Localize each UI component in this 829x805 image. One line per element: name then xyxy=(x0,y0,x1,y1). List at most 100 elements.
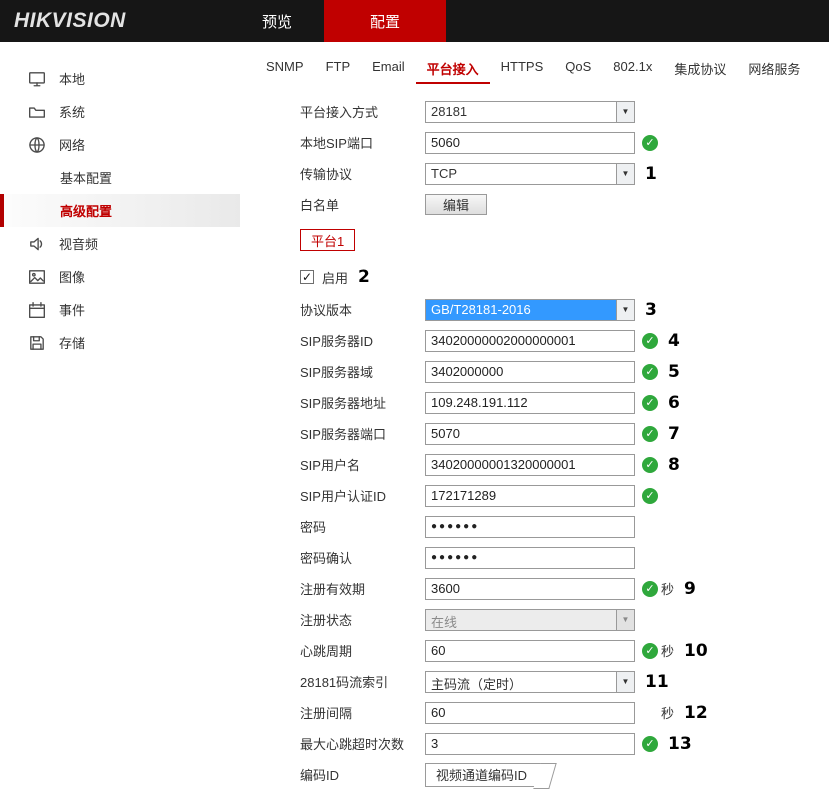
field-label: SIP服务器ID xyxy=(300,331,425,350)
annotation-number: 8 xyxy=(668,455,680,475)
annotation-number: 6 xyxy=(668,393,680,413)
dropdown-arrow-icon: ▼ xyxy=(616,164,634,184)
text-input[interactable] xyxy=(425,485,635,507)
sidebar-item[interactable]: 本地 xyxy=(0,62,240,95)
text-input[interactable] xyxy=(425,454,635,476)
dropdown-select[interactable]: 在线▼ xyxy=(425,609,635,631)
sidebar-item-label: 图像 xyxy=(59,267,85,286)
platform-form: 平台接入方式28181▼本地SIP端口✓传输协议TCP▼1白名单编辑平台1✓启用… xyxy=(240,96,829,790)
dropdown-value: TCP xyxy=(426,164,616,184)
dropdown-select[interactable]: 主码流（定时）▼ xyxy=(425,671,635,693)
annotation-number: 7 xyxy=(668,424,680,444)
tab-item[interactable]: SNMP xyxy=(255,56,315,77)
top-nav-tab[interactable]: 配置 xyxy=(324,0,446,42)
field-label: 心跳周期 xyxy=(300,641,425,660)
dropdown-value: 在线 xyxy=(426,610,616,630)
sidebar-item[interactable]: 事件 xyxy=(0,293,240,326)
field-label: 本地SIP端口 xyxy=(300,133,425,152)
field-label: SIP服务器域 xyxy=(300,362,425,381)
text-input[interactable] xyxy=(425,733,635,755)
field-label: SIP服务器端口 xyxy=(300,424,425,443)
dropdown-select[interactable]: TCP▼ xyxy=(425,163,635,185)
form-row: ✓启用2 xyxy=(300,260,829,294)
form-row: SIP服务器ID ✓ 4 xyxy=(300,325,829,356)
form-row: 编码ID视频通道编码ID xyxy=(300,759,829,790)
form-row: 28181码流索引主码流（定时）▼11 xyxy=(300,666,829,697)
edit-button[interactable]: 编辑 xyxy=(425,194,487,215)
form-row: SIP用户名✓8 xyxy=(300,449,829,480)
form-row: SIP用户认证ID ✓ xyxy=(300,480,829,511)
valid-check-icon: ✓ xyxy=(642,426,658,442)
field-label: 注册状态 xyxy=(300,610,425,629)
tab-item[interactable]: QoS xyxy=(554,56,602,77)
form-row: 协议版本GB/T28181-2016▼ 3 xyxy=(300,294,829,325)
dropdown-arrow-icon: ▼ xyxy=(616,672,634,692)
tab-item[interactable]: 集成协议 xyxy=(663,56,737,81)
dropdown-value: GB/T28181-2016 xyxy=(426,300,616,320)
hikvision-logo: HIKVISION xyxy=(0,0,230,42)
annotation-number: 2 xyxy=(358,267,370,287)
text-input[interactable] xyxy=(425,392,635,414)
annotation-number: 3 xyxy=(645,300,657,320)
sidebar-item-label: 网络 xyxy=(59,135,85,154)
field-label: SIP用户名 xyxy=(300,455,425,474)
text-input[interactable] xyxy=(425,361,635,383)
sidebar-item[interactable]: 视音频 xyxy=(0,227,240,260)
sidebar-item[interactable]: 基本配置 xyxy=(0,161,240,194)
unit-label: 秒 xyxy=(661,641,674,660)
monitor-icon xyxy=(28,70,46,88)
encode-id-tab[interactable]: 视频通道编码ID xyxy=(425,763,545,787)
audio-video-icon xyxy=(28,235,46,253)
field-label: SIP用户认证ID xyxy=(300,486,425,505)
tab-item[interactable]: 802.1x xyxy=(602,56,663,77)
valid-check-icon: ✓ xyxy=(642,736,658,752)
sidebar-item[interactable]: 系统 xyxy=(0,95,240,128)
field-label: SIP服务器地址 xyxy=(300,393,425,412)
form-row: SIP服务器域✓5 xyxy=(300,356,829,387)
text-input[interactable] xyxy=(425,702,635,724)
form-row: 密码 xyxy=(300,511,829,542)
tab-bar: SNMPFTPEmail平台接入HTTPSQoS802.1x集成协议网络服务 xyxy=(240,56,829,82)
text-input[interactable] xyxy=(425,330,635,352)
text-input[interactable] xyxy=(425,423,635,445)
field-label: 注册间隔 xyxy=(300,703,425,722)
password-input[interactable] xyxy=(425,547,635,569)
sidebar-item-label: 系统 xyxy=(59,102,85,121)
tab-item[interactable]: Email xyxy=(361,56,416,77)
platform-tab-button[interactable]: 平台1 xyxy=(300,229,355,251)
dropdown-select[interactable]: 28181▼ xyxy=(425,101,635,123)
field-label: 协议版本 xyxy=(300,300,425,319)
field-label: 28181码流索引 xyxy=(300,672,425,691)
password-input[interactable] xyxy=(425,516,635,538)
valid-check-icon: ✓ xyxy=(642,488,658,504)
sidebar: 本地系统网络基本配置高级配置视音频图像事件存储 xyxy=(0,42,240,805)
valid-check-icon: ✓ xyxy=(642,643,658,659)
form-row: 注册状态在线▼ xyxy=(300,604,829,635)
form-row: 心跳周期 ✓秒 10 xyxy=(300,635,829,666)
form-row: 最大心跳超时次数✓13 xyxy=(300,728,829,759)
tab-item[interactable]: 网络服务 xyxy=(737,56,811,81)
top-nav-tab[interactable]: 预览 xyxy=(230,0,324,42)
dropdown-value: 28181 xyxy=(426,102,616,122)
sidebar-item[interactable]: 高级配置 xyxy=(0,194,240,227)
enable-checkbox[interactable]: ✓ xyxy=(300,270,314,284)
sidebar-item[interactable]: 图像 xyxy=(0,260,240,293)
encode-tab-label: 视频通道编码ID xyxy=(436,765,527,784)
form-row: 本地SIP端口✓ xyxy=(300,127,829,158)
form-row: SIP服务器端口 ✓ 7 xyxy=(300,418,829,449)
text-input[interactable] xyxy=(425,132,635,154)
tab-item[interactable]: HTTPS xyxy=(490,56,555,77)
field-label: 注册有效期 xyxy=(300,579,425,598)
valid-check-icon: ✓ xyxy=(642,333,658,349)
annotation-number: 4 xyxy=(668,331,680,351)
dropdown-select[interactable]: GB/T28181-2016▼ xyxy=(425,299,635,321)
valid-check-icon: ✓ xyxy=(642,581,658,597)
text-input[interactable] xyxy=(425,640,635,662)
sidebar-item[interactable]: 网络 xyxy=(0,128,240,161)
text-input[interactable] xyxy=(425,578,635,600)
sidebar-item[interactable]: 存储 xyxy=(0,326,240,359)
tab-item[interactable]: FTP xyxy=(315,56,362,77)
tab-item[interactable]: 平台接入 xyxy=(416,56,490,84)
annotation-number: 5 xyxy=(668,362,680,382)
annotation-number: 10 xyxy=(684,641,708,661)
